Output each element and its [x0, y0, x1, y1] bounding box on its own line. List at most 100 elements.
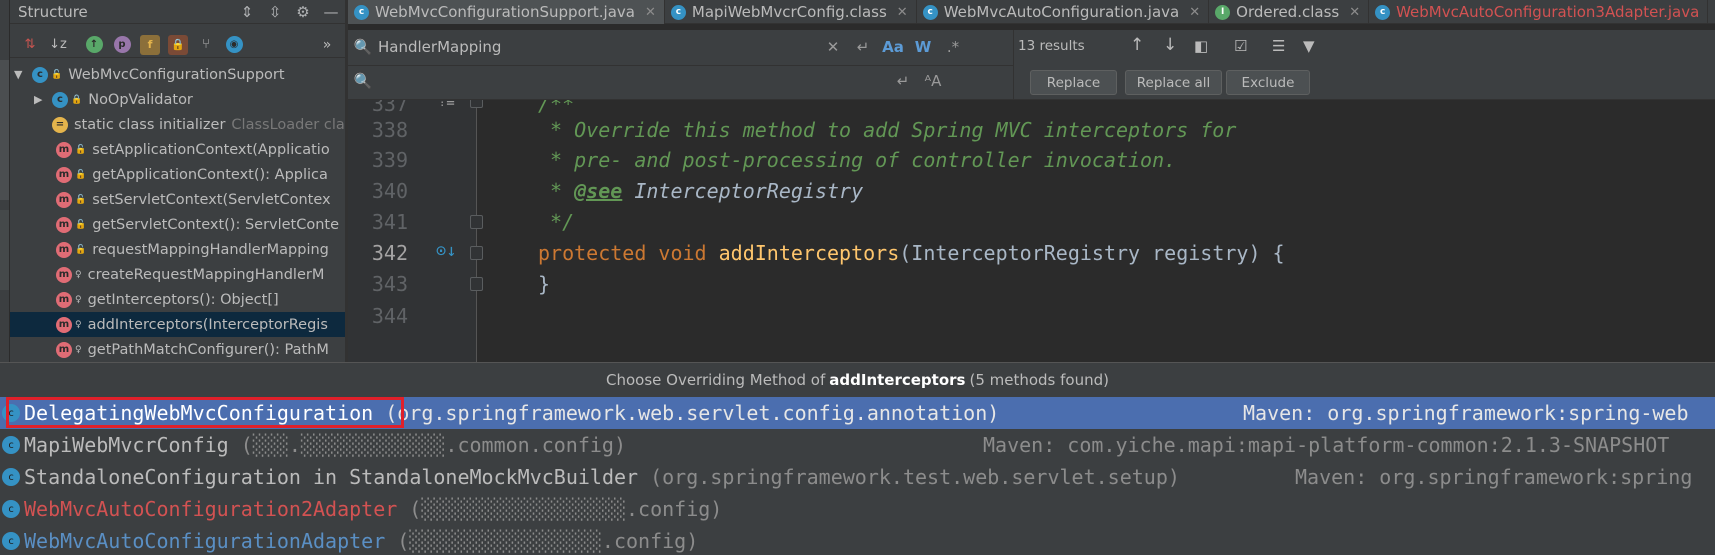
- words-toggle[interactable]: W: [908, 38, 938, 56]
- popup-row-library: Maven: com.yiche.mapi:mapi-platform-comm…: [983, 433, 1670, 457]
- sort-alphabetically-icon[interactable]: ↓z: [44, 34, 72, 56]
- close-icon[interactable]: ✕: [897, 5, 908, 20]
- line-number: 339: [371, 148, 408, 172]
- new-line-icon[interactable]: ↵: [888, 72, 918, 90]
- preserve-case-icon[interactable]: ᴬA: [918, 72, 948, 90]
- protected-key-icon: ♀: [75, 269, 82, 280]
- results-count: 13 results: [1018, 38, 1085, 54]
- tab-webmvcautoconfiguration3adapter[interactable]: c WebMvcAutoConfiguration3Adapter.java: [1369, 0, 1709, 24]
- tree-item-selected[interactable]: m ♀ addInterceptors(InterceptorRegis: [10, 312, 345, 337]
- match-case-toggle[interactable]: Aa: [878, 38, 908, 56]
- popup-method-name: addInterceptors: [829, 371, 966, 389]
- close-icon[interactable]: ✕: [1189, 5, 1200, 20]
- protected-key-icon: ♀: [75, 344, 82, 355]
- tree-item-label: setApplicationContext(Applicatio: [92, 141, 330, 158]
- new-line-icon[interactable]: ↵: [848, 38, 878, 56]
- expand-all-icon[interactable]: ⇕: [233, 3, 261, 21]
- structure-tool-tab[interactable]: [0, 60, 9, 200]
- replace-all-button[interactable]: Replace all: [1125, 70, 1222, 95]
- tree-root[interactable]: ▼ c 🔓 WebMvcConfigurationSupport: [10, 62, 345, 87]
- code-line-343: }: [538, 272, 551, 296]
- popup-row[interactable]: c WebMvcAutoConfiguration2Adapter (░░░░░…: [0, 493, 1715, 525]
- fold-icon[interactable]: [470, 277, 483, 291]
- find-input[interactable]: HandlerMapping: [378, 38, 818, 56]
- structure-panel: Structure ⇕ ⇳ ⚙ — ⇅ ↓z ↑ p f 🔒 ⑂ ◉ » ▼ c…: [10, 0, 345, 362]
- tree-item[interactable]: ▶ c 🔒 NoOpValidator: [10, 87, 345, 112]
- close-icon[interactable]: ✕: [1349, 5, 1360, 20]
- public-lock-icon: 🔓: [75, 219, 87, 230]
- popup-row[interactable]: c WebMvcAutoConfigurationAdapter (░░░░░░…: [0, 525, 1715, 555]
- code-line-337: /**: [538, 100, 575, 116]
- protected-key-icon: ♀: [75, 319, 82, 330]
- code-editor[interactable]: 337 338 339 340 341 342 343 344 ⁞≡ ⊙↓ /*…: [348, 100, 1715, 362]
- close-icon[interactable]: ✕: [645, 5, 656, 20]
- filter-icon[interactable]: ▼: [1303, 37, 1315, 55]
- tree-item[interactable]: m 🔓 getApplicationContext(): Applica: [10, 162, 345, 187]
- select-all-occurrences-icon[interactable]: ☑: [1234, 37, 1247, 55]
- fold-icon[interactable]: [470, 246, 483, 260]
- code-line-339: * pre- and post-processing of controller…: [538, 148, 1177, 172]
- line-number: 343: [371, 272, 408, 296]
- class-icon: c: [1375, 4, 1391, 20]
- editor-tabs: c WebMvcConfigurationSupport.java ✕ c Ma…: [348, 0, 1715, 24]
- tree-item-label: setServletContext(ServletContex: [92, 191, 331, 208]
- tree-item[interactable]: m 🔓 requestMappingHandlerMapping: [10, 237, 345, 262]
- tab-mapiwebmvcrconfig[interactable]: c MapiWebMvcrConfig.class ✕: [665, 0, 917, 24]
- overridden-method-icon[interactable]: ⊙↓: [436, 241, 456, 261]
- method-name[interactable]: addInterceptors: [719, 241, 900, 265]
- tree-item[interactable]: m ♀ createRequestMappingHandlerM: [10, 262, 345, 287]
- tab-webmvcautoconfiguration[interactable]: c WebMvcAutoConfiguration.java ✕: [917, 0, 1210, 24]
- show-fields-icon[interactable]: f: [136, 34, 164, 56]
- popup-row[interactable]: c MapiWebMvcrConfig (░░░.░░░░░░░░░░░░.co…: [0, 429, 1715, 461]
- tree-item[interactable]: m ♀ getPathMatchConfigurer(): PathM: [10, 337, 345, 362]
- tab-webmvcconfigurationsupport[interactable]: c WebMvcConfigurationSupport.java ✕: [348, 0, 665, 24]
- public-lock-icon: 🔓: [75, 169, 87, 180]
- sort-by-visibility-icon[interactable]: ⇅: [16, 34, 44, 56]
- commit-tool-tab[interactable]: [0, 210, 9, 290]
- fold-icon[interactable]: [470, 100, 483, 108]
- replace-button[interactable]: Replace: [1030, 70, 1117, 95]
- filter-settings-icon[interactable]: ☰: [1272, 37, 1285, 55]
- exclude-button[interactable]: Exclude: [1226, 70, 1310, 95]
- tree-item[interactable]: m 🔓 getServletContext(): ServletConte: [10, 212, 345, 237]
- line-number: 340: [371, 179, 408, 203]
- collapse-arrow-icon[interactable]: ▶: [34, 93, 52, 106]
- tree-item[interactable]: m 🔓 setServletContext(ServletContex: [10, 187, 345, 212]
- show-non-public-icon[interactable]: 🔒: [164, 34, 192, 56]
- gear-icon[interactable]: ⚙: [289, 3, 317, 21]
- more-chevron-icon[interactable]: »: [313, 34, 341, 56]
- show-inherited-icon[interactable]: ↑: [80, 34, 108, 56]
- line-number: 337: [371, 100, 408, 116]
- regex-toggle[interactable]: .*: [938, 38, 968, 56]
- tree-item-label: createRequestMappingHandlerM: [87, 266, 325, 283]
- find-row: 🔍 HandlerMapping ✕ ↵ Aa W .*: [348, 32, 1013, 62]
- tree-item[interactable]: m ♀ getInterceptors(): Object[]: [10, 287, 345, 312]
- structure-title: Structure: [18, 2, 88, 21]
- next-occurrence-icon[interactable]: ↓: [1163, 35, 1177, 55]
- minimize-icon[interactable]: —: [317, 3, 345, 21]
- show-properties-icon[interactable]: p: [108, 34, 136, 56]
- fold-icon[interactable]: [470, 215, 483, 229]
- open-in-window-icon[interactable]: ◧: [1194, 37, 1208, 55]
- popup-row-name: MapiWebMvcrConfig: [24, 433, 229, 457]
- popup-row-selected[interactable]: c DelegatingWebMvcConfiguration (org.spr…: [0, 397, 1715, 429]
- class-icon: c: [2, 500, 20, 518]
- tree-item[interactable]: m 🔓 setApplicationContext(Applicatio: [10, 137, 345, 162]
- show-hierarchy-icon[interactable]: ⑂: [192, 34, 220, 56]
- previous-occurrence-icon[interactable]: ↑: [1130, 35, 1144, 55]
- popup-row-package: (░░░░░░░░░░░░░░░░.config): [397, 529, 699, 553]
- method-icon: m: [56, 291, 72, 308]
- tab-ordered[interactable]: I Ordered.class ✕: [1209, 0, 1370, 24]
- tree-item[interactable]: = static class initializer ClassLoader c…: [10, 112, 345, 137]
- autoscroll-icon[interactable]: ◉: [220, 34, 248, 56]
- tree-item-label: requestMappingHandlerMapping: [92, 241, 329, 258]
- tree-item-label: addInterceptors(InterceptorRegis: [87, 316, 328, 333]
- popup-row-library: Maven: org.springframework:spring-web: [1243, 401, 1689, 425]
- replace-row: 🔍 ↵ ᴬA: [348, 65, 1013, 95]
- collapse-all-icon[interactable]: ⇳: [261, 3, 289, 21]
- clear-icon[interactable]: ✕: [818, 38, 848, 56]
- expand-arrow-icon[interactable]: ▼: [14, 68, 32, 81]
- keyword: protected: [538, 241, 647, 265]
- code-line-341: */: [538, 210, 575, 234]
- popup-row[interactable]: c StandaloneConfiguration in StandaloneM…: [0, 461, 1715, 493]
